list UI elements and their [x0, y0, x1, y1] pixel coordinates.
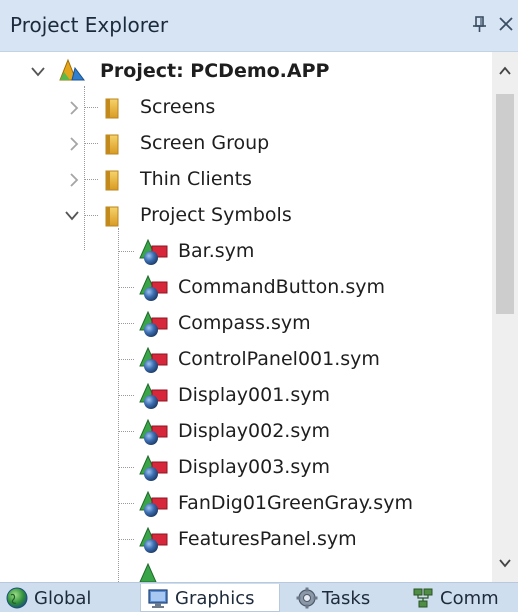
tree-folder-label: Project Symbols [140, 204, 292, 226]
tree-symbol-item[interactable]: Display003.sym [0, 450, 492, 486]
tree-symbol-label: ControlPanel001.sym [178, 348, 380, 370]
symbol-icon [136, 382, 170, 410]
tab-comm[interactable]: Comm [406, 584, 518, 612]
tree-symbol-item[interactable]: Display001.sym [0, 378, 492, 414]
tree-root-project[interactable]: Project: PCDemo.APP [0, 54, 492, 90]
tree-symbol-label: CommandButton.sym [178, 276, 385, 298]
tree-symbol-label: Display003.sym [178, 456, 330, 478]
tree-folder-thin-clients[interactable]: Thin Clients [0, 162, 492, 198]
chevron-down-icon[interactable] [30, 63, 46, 81]
tab-graphics[interactable]: Graphics [140, 584, 280, 612]
tree-symbol-item[interactable]: CommandButton.sym [0, 270, 492, 306]
scrollbar-thumb[interactable] [496, 94, 514, 314]
symbol-icon [136, 490, 170, 518]
folder-icon [100, 132, 124, 156]
globe-icon [6, 587, 28, 609]
tab-global[interactable]: Global [0, 584, 136, 612]
panel-title: Project Explorer [10, 13, 169, 37]
symbol-icon [136, 526, 170, 554]
symbol-icon [136, 454, 170, 482]
tree-folder-label: Screen Group [140, 132, 270, 154]
tab-tasks[interactable]: Tasks [290, 584, 402, 612]
chevron-right-icon[interactable] [66, 171, 82, 189]
tab-label: Tasks [322, 588, 371, 609]
pin-icon[interactable] [470, 12, 490, 36]
tree-folder-screen-group[interactable]: Screen Group [0, 126, 492, 162]
monitor-icon [147, 587, 169, 609]
chevron-down-icon[interactable] [64, 207, 80, 225]
tree-symbol-item[interactable]: FanDig01GreenGray.sym [0, 486, 492, 522]
tab-label: Graphics [175, 588, 255, 609]
tree-folder-screens[interactable]: Screens [0, 90, 492, 126]
symbol-icon [136, 562, 170, 582]
project-tree: Project: PCDemo.APP Screens Screen Group [0, 52, 492, 582]
tree-symbol-label: FanDig01GreenGray.sym [178, 492, 413, 514]
symbol-icon [136, 238, 170, 266]
tree-symbol-item[interactable]: Bar.sym [0, 234, 492, 270]
tree-symbol-item[interactable]: Compass.sym [0, 306, 492, 342]
scroll-up-icon[interactable] [492, 52, 518, 92]
chevron-right-icon[interactable] [66, 99, 82, 117]
network-icon [412, 587, 434, 609]
gear-icon [296, 587, 318, 609]
tree-folder-label: Screens [140, 96, 216, 118]
tree-folder-label: Thin Clients [140, 168, 252, 190]
tab-label: Global [34, 588, 92, 609]
tree-symbol-label: Display002.sym [178, 420, 330, 442]
close-icon[interactable] [496, 10, 516, 36]
panel-titlebar: Project Explorer [0, 0, 518, 52]
tree-symbol-label: Display001.sym [178, 384, 330, 406]
tree-symbol-item-partial [0, 558, 492, 582]
tree-symbol-item[interactable]: FeaturesPanel.sym [0, 522, 492, 558]
symbol-icon [136, 346, 170, 374]
symbol-icon [136, 310, 170, 338]
folder-icon [100, 204, 124, 228]
folder-icon [100, 168, 124, 192]
symbol-icon [136, 418, 170, 446]
explorer-tabbar: Global Graphics Tasks Comm [0, 582, 518, 612]
vertical-scrollbar[interactable] [492, 52, 518, 582]
tab-label: Comm [440, 588, 499, 609]
chevron-right-icon[interactable] [66, 135, 82, 153]
tree-symbol-item[interactable]: Display002.sym [0, 414, 492, 450]
tree-folder-project-symbols[interactable]: Project Symbols [0, 198, 492, 234]
folder-icon [100, 96, 124, 120]
tree-symbol-label: Bar.sym [178, 240, 255, 262]
tree-symbol-label: FeaturesPanel.sym [178, 528, 357, 550]
tree-root-label: Project: PCDemo.APP [100, 60, 330, 82]
scroll-down-icon[interactable] [492, 542, 518, 582]
project-icon [58, 58, 86, 84]
tree-symbol-item[interactable]: ControlPanel001.sym [0, 342, 492, 378]
tree-symbol-label: Compass.sym [178, 312, 311, 334]
symbol-icon [136, 274, 170, 302]
